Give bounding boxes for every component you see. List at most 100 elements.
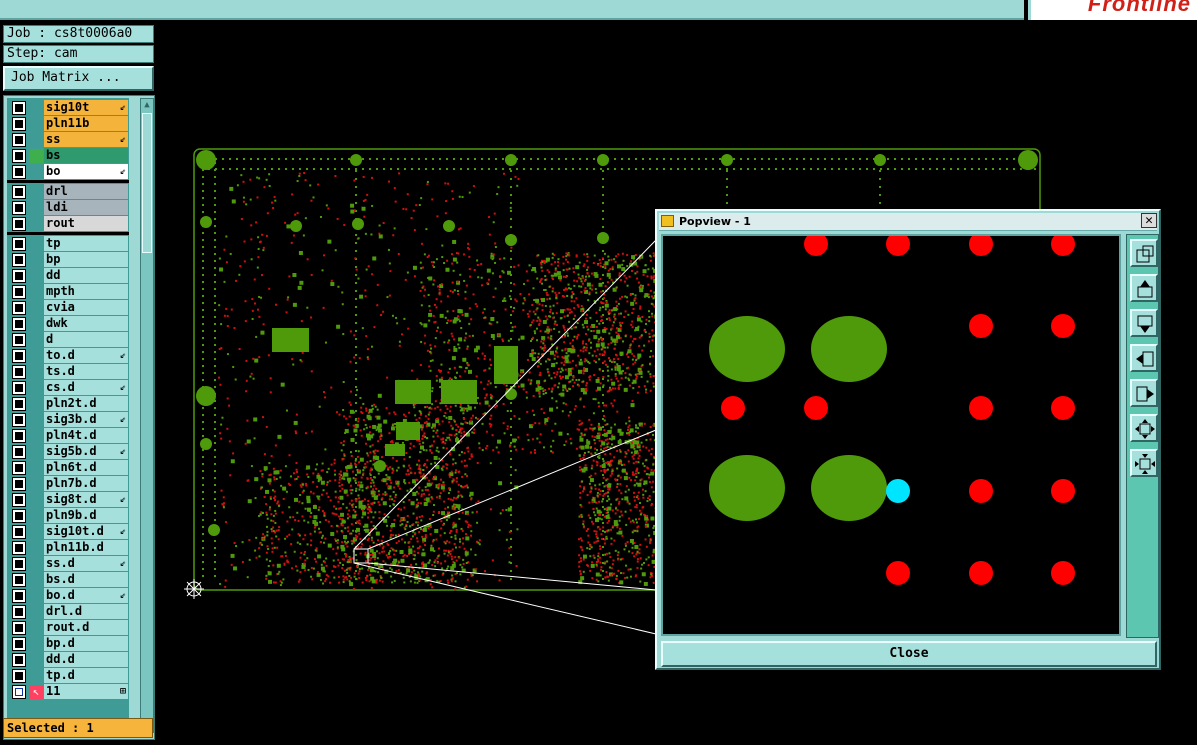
layer-row[interactable]: dd — [7, 268, 129, 283]
layer-checkbox[interactable] — [12, 653, 26, 667]
layer-name[interactable]: sig8t.d ⇙ — [44, 492, 128, 507]
layer-checkbox[interactable] — [12, 413, 26, 427]
layer-name[interactable]: dd.d — [44, 652, 128, 667]
layer-checkbox[interactable] — [12, 621, 26, 635]
layer-checkbox[interactable] — [12, 669, 26, 683]
layer-name[interactable]: cs.d ⇙ — [44, 380, 128, 395]
layer-row[interactable]: bp — [7, 252, 129, 267]
layer-checkbox[interactable] — [12, 445, 26, 459]
pan-left-icon[interactable] — [1130, 344, 1158, 372]
zoom-out-icon[interactable] — [1130, 414, 1158, 442]
layer-name[interactable]: rout.d — [44, 620, 128, 635]
layer-name[interactable]: ts.d — [44, 364, 128, 379]
layer-list-scrollbar[interactable]: ▲ ▼ — [140, 98, 154, 733]
scroll-up-icon[interactable]: ▲ — [141, 99, 153, 111]
layer-checkbox[interactable] — [12, 509, 26, 523]
popview-graphic[interactable] — [663, 232, 1119, 634]
layer-row[interactable]: pln2t.d — [7, 396, 129, 411]
layer-checkbox[interactable] — [12, 461, 26, 475]
layer-name[interactable]: cvia — [44, 300, 128, 315]
layer-row[interactable]: rout.d — [7, 620, 129, 635]
layer-row[interactable]: cvia — [7, 300, 129, 315]
scroll-thumb[interactable] — [142, 113, 152, 253]
close-button[interactable]: Close — [661, 641, 1157, 667]
layer-checkbox[interactable] — [12, 349, 26, 363]
layer-checkbox[interactable] — [12, 573, 26, 587]
layer-row[interactable]: mpth — [7, 284, 129, 299]
layer-name[interactable]: mpth — [44, 284, 128, 299]
layer-row[interactable]: pln7b.d — [7, 476, 129, 491]
layer-name[interactable]: ss ⇙ — [44, 132, 128, 147]
layer-row[interactable]: bs.d — [7, 572, 129, 587]
layer-row[interactable]: ss ⇙ — [7, 132, 129, 147]
layer-row[interactable]: drl — [7, 184, 129, 199]
layer-row[interactable]: bo.d ⇙ — [7, 588, 129, 603]
layer-name[interactable]: to.d ⇙ — [44, 348, 128, 363]
layer-row[interactable]: bo ⇙ — [7, 164, 129, 179]
layer-checkbox[interactable] — [12, 217, 26, 231]
layer-name[interactable]: bs.d — [44, 572, 128, 587]
layer-name[interactable]: ss.d ⇙ — [44, 556, 128, 571]
layer-row[interactable]: pln9b.d — [7, 508, 129, 523]
layer-checkbox[interactable] — [12, 117, 26, 131]
layer-checkbox[interactable] — [12, 333, 26, 347]
layer-name[interactable]: 11 ⊞ — [44, 684, 128, 699]
layer-row[interactable]: to.d ⇙ — [7, 348, 129, 363]
layer-row[interactable]: sig10t.d ⇙ — [7, 524, 129, 539]
layer-checkbox[interactable] — [12, 397, 26, 411]
layer-checkbox[interactable] — [12, 285, 26, 299]
layer-name[interactable]: dwk — [44, 316, 128, 331]
layer-checkbox[interactable] — [12, 381, 26, 395]
layer-name[interactable]: bo.d ⇙ — [44, 588, 128, 603]
layer-checkbox[interactable] — [12, 201, 26, 215]
layer-name[interactable]: bo ⇙ — [44, 164, 128, 179]
pan-right-icon[interactable] — [1130, 379, 1158, 407]
layer-row[interactable]: pln6t.d — [7, 460, 129, 475]
pan-down-icon[interactable] — [1130, 309, 1158, 337]
layer-row[interactable]: tp.d — [7, 668, 129, 683]
layer-row[interactable]: dwk — [7, 316, 129, 331]
layer-row[interactable]: sig3b.d ⇙ — [7, 412, 129, 427]
layer-checkbox[interactable] — [12, 605, 26, 619]
layer-name[interactable]: pln9b.d — [44, 508, 128, 523]
layer-row[interactable]: ldi — [7, 200, 129, 215]
layer-row[interactable]: rout — [7, 216, 129, 231]
job-matrix-button[interactable]: Job Matrix ... — [3, 66, 154, 91]
layer-row[interactable]: pln11b — [7, 116, 129, 131]
layer-name[interactable]: d — [44, 332, 128, 347]
layer-checkbox[interactable] — [12, 149, 26, 163]
popview-canvas[interactable] — [661, 232, 1121, 636]
layer-checkbox[interactable] — [12, 317, 26, 331]
layer-name[interactable]: tp.d — [44, 668, 128, 683]
layer-checkbox[interactable] — [12, 365, 26, 379]
close-icon[interactable]: ✕ — [1141, 213, 1157, 228]
layer-name[interactable]: tp — [44, 236, 128, 251]
layer-name[interactable]: bp.d — [44, 636, 128, 651]
layer-checkbox[interactable] — [12, 637, 26, 651]
layer-name[interactable]: sig3b.d ⇙ — [44, 412, 128, 427]
layer-name[interactable]: pln11b.d — [44, 540, 128, 555]
layer-checkbox[interactable] — [12, 301, 26, 315]
layer-row[interactable]: drl.d — [7, 604, 129, 619]
zoom-fit-icon[interactable] — [1130, 239, 1158, 267]
layer-row[interactable]: ↖ 11 ⊞ — [7, 684, 129, 699]
layer-checkbox[interactable] — [12, 589, 26, 603]
layer-row[interactable]: ss.d ⇙ — [7, 556, 129, 571]
layer-row[interactable]: sig5b.d ⇙ — [7, 444, 129, 459]
layer-row[interactable]: bp.d — [7, 636, 129, 651]
layer-checkbox[interactable] — [12, 101, 26, 115]
layer-row[interactable]: bs — [7, 148, 129, 163]
layer-checkbox[interactable] — [12, 525, 26, 539]
layer-checkbox[interactable] — [12, 165, 26, 179]
layer-name[interactable]: pln4t.d — [44, 428, 128, 443]
layer-name[interactable]: drl — [44, 184, 128, 199]
layer-name[interactable]: drl.d — [44, 604, 128, 619]
layer-row[interactable]: dd.d — [7, 652, 129, 667]
layer-name[interactable]: pln6t.d — [44, 460, 128, 475]
layer-row[interactable]: ts.d — [7, 364, 129, 379]
layer-checkbox[interactable] — [12, 237, 26, 251]
layer-row[interactable]: sig10t ⇙ — [7, 100, 129, 115]
layer-checkbox[interactable] — [12, 541, 26, 555]
zoom-in-icon[interactable] — [1130, 449, 1158, 477]
layer-name[interactable]: sig10t ⇙ — [44, 100, 128, 115]
